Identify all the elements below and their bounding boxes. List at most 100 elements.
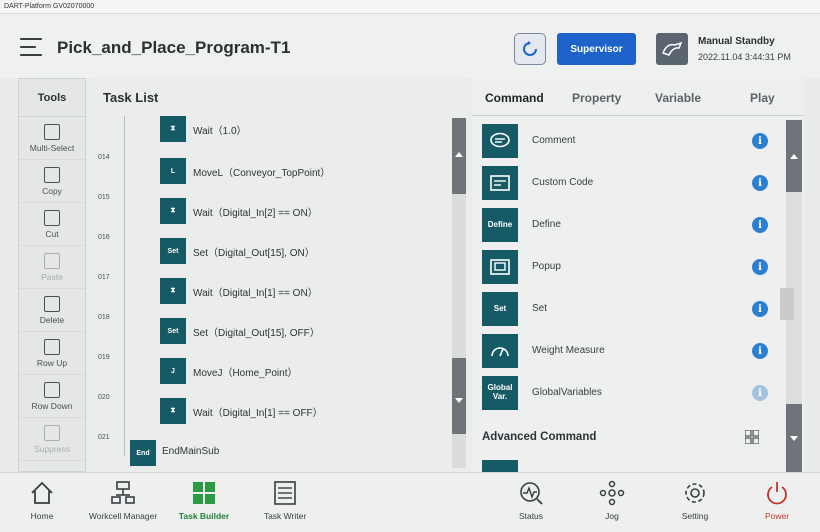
row-up-button[interactable]: Row Up [19, 332, 85, 375]
info-icon[interactable]: i [752, 217, 768, 233]
multi-select-icon [44, 123, 60, 140]
power-icon [767, 482, 787, 505]
custom-code-icon [482, 166, 518, 200]
wait-icon: ⧗ [160, 278, 186, 304]
multi-select-button[interactable]: Multi-Select [19, 117, 85, 160]
status-title: Manual Standby [698, 36, 775, 47]
tab-property[interactable]: Property [572, 91, 621, 105]
task-writer-icon [274, 481, 296, 505]
wait-icon: ⧗ [160, 398, 186, 424]
task-row[interactable]: 021 End EndMainSub [90, 434, 450, 472]
task-row[interactable]: ⧗ Wait（1.0） [90, 116, 450, 156]
command-panel: Command Property Variable Play Comment i… [472, 78, 804, 472]
command-item-custom-code[interactable]: Custom Code i [482, 162, 782, 202]
suppress-icon [44, 424, 60, 441]
nav-setting[interactable]: Setting [650, 479, 740, 531]
tools-panel: Tools Multi-Select Copy Cut Paste Delete… [18, 78, 86, 472]
supervisor-button[interactable]: Supervisor [557, 33, 636, 65]
robot-status-icon [656, 33, 688, 65]
global-var-icon: Global Var. [482, 376, 518, 410]
task-row[interactable]: 016 Set Set（Digital_Out[15], ON） [90, 234, 450, 274]
delete-button[interactable]: Delete [19, 289, 85, 332]
advanced-command-icon [482, 460, 518, 472]
nav-home[interactable]: Home [0, 479, 87, 531]
delete-icon [44, 295, 60, 312]
grid-view-icon[interactable] [745, 430, 759, 444]
paste-icon [44, 252, 60, 269]
task-row[interactable]: 017 ⧗ Wait（Digital_In[1] == ON） [90, 274, 450, 314]
refresh-button[interactable] [514, 33, 546, 65]
task-text: Wait（Digital_In[1] == OFF） [193, 408, 323, 419]
cut-button[interactable]: Cut [19, 203, 85, 246]
nav-task-builder[interactable]: Task Builder [159, 479, 249, 531]
task-tree: ⧗ Wait（1.0） 014 L MoveL（Conveyor_TopPoin… [90, 116, 450, 472]
info-icon[interactable]: i [752, 133, 768, 149]
tab-play[interactable]: Play [750, 91, 775, 105]
window-title: DART-Platform GV02070000 [4, 3, 95, 10]
status-icon [520, 482, 543, 505]
jog-icon [599, 480, 625, 506]
task-list-panel: Task List ⧗ Wait（1.0） 014 L MoveL（Convey… [90, 78, 468, 472]
workcell-icon [111, 481, 135, 504]
task-text: Wait（Digital_In[1] == ON） [193, 288, 318, 299]
task-text: Set（Digital_Out[15], ON） [193, 248, 315, 259]
task-row[interactable]: 014 L MoveL（Conveyor_TopPoint） [90, 154, 450, 194]
row-up-icon [44, 338, 60, 355]
program-title: Pick_and_Place_Program-T1 [57, 38, 291, 57]
info-icon[interactable]: i [752, 385, 768, 401]
nav-jog[interactable]: Jog [567, 479, 657, 531]
command-item-set[interactable]: Set Set i [482, 288, 782, 328]
command-item-comment[interactable]: Comment i [482, 120, 782, 160]
copy-icon [44, 166, 60, 183]
nav-status[interactable]: Status [486, 479, 576, 531]
suppress-button[interactable]: Suppress [19, 418, 85, 461]
tools-title: Tools [19, 79, 85, 117]
command-item-define[interactable]: Define Define i [482, 204, 782, 244]
row-down-button[interactable]: Row Down [19, 375, 85, 418]
nav-power[interactable]: Power [732, 479, 820, 531]
task-row[interactable]: 019 J MoveJ（Home_Point） [90, 354, 450, 394]
tab-variable[interactable]: Variable [655, 91, 701, 105]
copy-button[interactable]: Copy [19, 160, 85, 203]
task-row[interactable]: 018 Set Set（Digital_Out[15], OFF） [90, 314, 450, 354]
info-icon[interactable]: i [752, 175, 768, 191]
gear-icon [685, 483, 705, 503]
command-item-popup[interactable]: Popup i [482, 246, 782, 286]
task-text: MoveJ（Home_Point） [193, 368, 298, 379]
bottom-nav: Home Workcell Manager Task Builder Task … [0, 472, 820, 532]
end-icon: End [130, 440, 156, 466]
set-icon: Set [482, 292, 518, 326]
info-icon[interactable]: i [752, 301, 768, 317]
set-icon: Set [160, 238, 186, 264]
task-list-scrollbar[interactable] [452, 118, 466, 468]
info-icon[interactable]: i [752, 259, 768, 275]
define-icon: Define [482, 208, 518, 242]
task-row[interactable]: 015 ⧗ Wait（Digital_In[2] == ON） [90, 194, 450, 234]
home-icon [31, 481, 53, 504]
comment-icon [482, 124, 518, 158]
menu-icon[interactable] [20, 38, 42, 56]
paste-button[interactable]: Paste [19, 246, 85, 289]
nav-workcell-manager[interactable]: Workcell Manager [78, 479, 168, 531]
command-item-weight-measure[interactable]: Weight Measure i [482, 330, 782, 370]
movel-icon: L [160, 158, 186, 184]
tab-command[interactable]: Command [485, 91, 544, 105]
task-text: Wait（Digital_In[2] == ON） [193, 208, 318, 219]
set-icon: Set [160, 318, 186, 344]
nav-task-writer[interactable]: Task Writer [240, 479, 330, 531]
task-list-title: Task List [103, 90, 159, 105]
task-row[interactable]: 020 ⧗ Wait（Digital_In[1] == OFF） [90, 394, 450, 434]
command-item-global-variables[interactable]: Global Var. GlobalVariables i [482, 372, 782, 412]
cut-icon [44, 209, 60, 226]
window-title-bar: DART-Platform GV02070000 [0, 0, 820, 14]
task-text: Wait（1.0） [193, 126, 247, 137]
task-text: Set（Digital_Out[15], OFF） [193, 328, 320, 339]
status-time: 2022.11.04 3:44:31 PM [698, 52, 791, 62]
info-icon[interactable]: i [752, 343, 768, 359]
movej-icon: J [160, 358, 186, 384]
popup-icon [482, 250, 518, 284]
wait-icon: ⧗ [160, 116, 186, 142]
panel-tabs: Command Property Variable Play [472, 78, 804, 116]
wait-icon: ⧗ [160, 198, 186, 224]
advanced-command-title: Advanced Command [482, 431, 597, 443]
